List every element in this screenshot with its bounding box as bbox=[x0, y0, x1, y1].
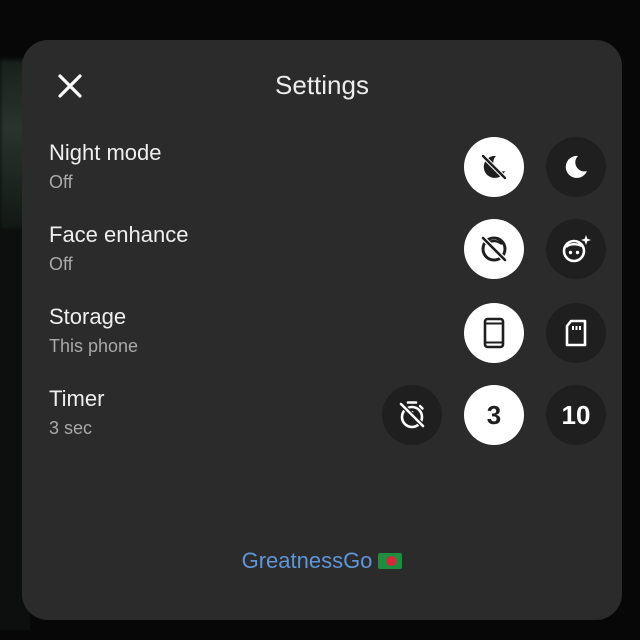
settings-panel: Settings Night mode Off Face enhance Off bbox=[22, 40, 622, 620]
storage-phone-button[interactable] bbox=[464, 303, 524, 363]
bangladesh-flag-icon bbox=[378, 553, 403, 569]
setting-label: Face enhance bbox=[49, 222, 189, 247]
setting-label: Storage bbox=[49, 304, 127, 329]
face-enhance-on-button[interactable] bbox=[546, 219, 606, 279]
setting-row-face-enhance: Face enhance Off bbox=[49, 222, 609, 286]
face-enhance-off-button[interactable] bbox=[464, 219, 524, 279]
setting-value: Off bbox=[49, 172, 73, 192]
moon-icon bbox=[565, 155, 587, 178]
timer-10-label: 10 bbox=[561, 399, 591, 430]
storage-sd-card-button[interactable] bbox=[546, 303, 606, 363]
setting-label: Night mode bbox=[49, 140, 162, 165]
dialog-title: Settings bbox=[275, 70, 369, 100]
timer-3-label: 3 bbox=[486, 399, 502, 430]
setting-row-timer: Timer 3 sec bbox=[49, 386, 609, 450]
night-mode-off-icon bbox=[481, 154, 507, 180]
watermark: GreatnessGo bbox=[22, 548, 622, 574]
timer-off-icon bbox=[399, 401, 425, 429]
night-mode-off-button[interactable] bbox=[464, 137, 524, 197]
timer-3-button[interactable]: 3 bbox=[464, 385, 524, 445]
sd-card-icon bbox=[565, 319, 587, 347]
setting-label: Timer bbox=[49, 386, 105, 411]
setting-row-storage: Storage This phone bbox=[49, 304, 609, 368]
face-sparkle-icon bbox=[562, 235, 591, 263]
face-enhance-off-icon bbox=[481, 236, 507, 262]
timer-off-button[interactable] bbox=[382, 385, 442, 445]
watermark-text: GreatnessGo bbox=[241, 548, 373, 573]
setting-value: 3 sec bbox=[49, 418, 93, 438]
night-mode-on-button[interactable] bbox=[546, 137, 606, 197]
setting-row-night-mode: Night mode Off bbox=[49, 140, 609, 204]
setting-value: This phone bbox=[49, 336, 139, 356]
setting-value: Off bbox=[49, 254, 73, 274]
timer-10-button[interactable]: 10 bbox=[546, 385, 606, 445]
phone-icon bbox=[483, 317, 505, 349]
